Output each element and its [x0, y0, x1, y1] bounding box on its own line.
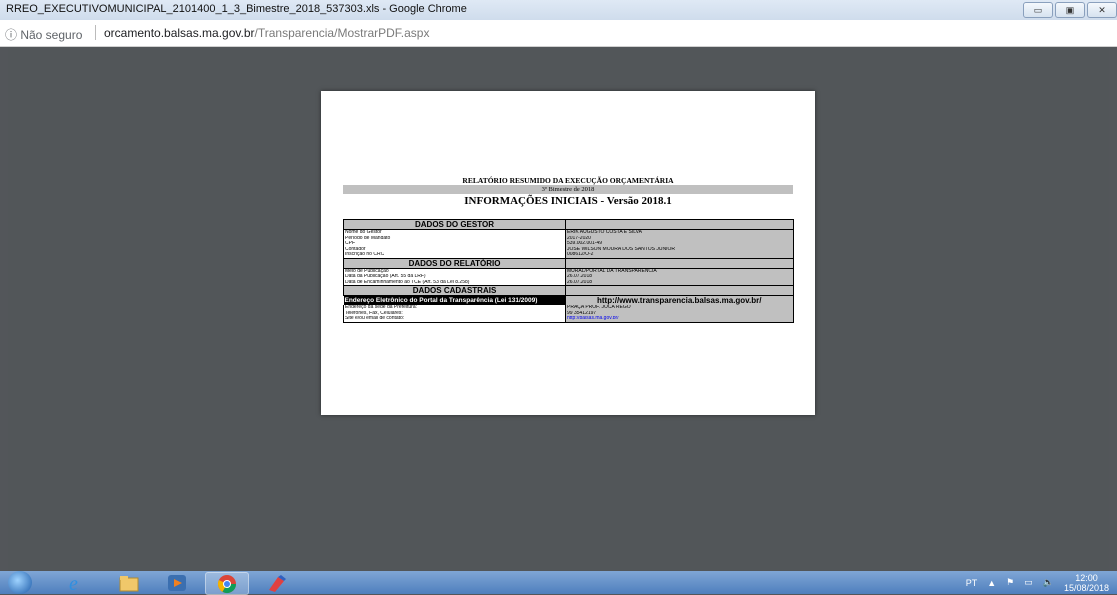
portal-url-link[interactable]: http://www.transparencia.balsas.ma.gov.b… — [565, 295, 794, 305]
table-row: Site e/ou email de contato: http://balsas… — [343, 316, 794, 323]
section-header-row: DADOS DO GESTOR — [343, 219, 794, 230]
window-controls: ▭ ▣ ✕ — [1021, 2, 1117, 18]
chevron-up-icon[interactable]: ▲ — [987, 578, 996, 588]
folder-icon — [119, 575, 139, 591]
url-path: /Transparencia/MostrarPDF.aspx — [254, 26, 430, 40]
svg-text:e: e — [69, 573, 78, 593]
media-taskbar-button[interactable] — [156, 572, 198, 593]
close-button[interactable]: ✕ — [1087, 2, 1117, 18]
explorer-taskbar-button[interactable] — [108, 572, 150, 593]
report-heading: INFORMAÇÕES INICIAIS - Versão 2018.1 — [464, 195, 672, 207]
display-icon[interactable]: ▭ — [1024, 577, 1033, 588]
system-tray: PT ▲ ⚑ ▭ 🔈 12:00 15/08/2018 — [956, 571, 1109, 594]
pdf-page: RELATÓRIO RESUMIDO DA EXECUÇÃO ORÇAMENTÁ… — [321, 91, 815, 415]
row-label: Site e/ou email de contato: — [343, 316, 566, 323]
security-indicator[interactable]: ⓘ Não seguro — [5, 26, 82, 43]
section-header-row: DADOS CADASTRAIS — [343, 285, 794, 296]
ie-taskbar-button[interactable]: e — [56, 572, 98, 593]
section-header-blank — [565, 285, 794, 296]
url-text[interactable]: orcamento.balsas.ma.gov.br/Transparencia… — [104, 26, 429, 40]
contact-site-link[interactable]: http://balsas.ma.gov.br/ — [565, 316, 794, 323]
address-separator — [95, 25, 96, 40]
report-subtitle: 3º Bimestre de 2018 — [343, 185, 793, 194]
window-title: RREO_EXECUTIVOMUNICIPAL_2101400_1_3_Bime… — [6, 3, 467, 15]
restore-button[interactable]: ▣ — [1055, 2, 1085, 18]
section-header-cadastrais: DADOS CADASTRAIS — [343, 285, 566, 296]
clock-time: 12:00 — [1075, 572, 1098, 583]
paint-icon — [269, 574, 286, 592]
section-header-relatorio: DADOS DO RELATÓRIO — [343, 257, 566, 269]
taskbar: e PT ▲ ⚑ ▭ 🔈 12:00 15/08/2018 — [0, 571, 1117, 595]
clock-date: 15/08/2018 — [1063, 582, 1109, 593]
portal-label: Endereço Eletrônico do Portal da Transpa… — [343, 295, 566, 305]
section-header-gestor: DADOS DO GESTOR — [343, 219, 566, 230]
section-header-blank — [565, 257, 794, 269]
chrome-taskbar-button[interactable] — [205, 572, 249, 595]
paint-taskbar-button[interactable] — [256, 572, 298, 593]
portal-row: Endereço Eletrônico do Portal da Transpa… — [343, 295, 794, 305]
internet-explorer-icon: e — [69, 573, 78, 593]
chrome-icon — [217, 574, 236, 593]
volume-icon[interactable]: 🔈 — [1043, 577, 1054, 588]
media-player-icon — [168, 574, 186, 591]
section-header-blank — [565, 219, 794, 230]
section-header-row: DADOS DO RELATÓRIO — [343, 257, 794, 269]
url-domain: orcamento.balsas.ma.gov.br — [104, 26, 255, 40]
address-bar[interactable]: ⓘ Não seguro orcamento.balsas.ma.gov.br/… — [0, 20, 1117, 47]
network-flag-icon[interactable]: ⚑ — [1006, 577, 1014, 588]
minimize-button[interactable]: ▭ — [1023, 2, 1053, 18]
window-title-bar: RREO_EXECUTIVOMUNICIPAL_2101400_1_3_Bime… — [0, 0, 1117, 20]
clock[interactable]: 12:00 15/08/2018 — [1064, 573, 1109, 593]
info-table: DADOS DO GESTOR Nome do Gestor ERIK AUGUS… — [343, 219, 794, 323]
language-indicator[interactable]: PT — [966, 578, 978, 588]
report-title: RELATÓRIO RESUMIDO DA EXECUÇÃO ORÇAMENTÁ… — [462, 176, 674, 185]
start-button[interactable] — [8, 571, 32, 594]
